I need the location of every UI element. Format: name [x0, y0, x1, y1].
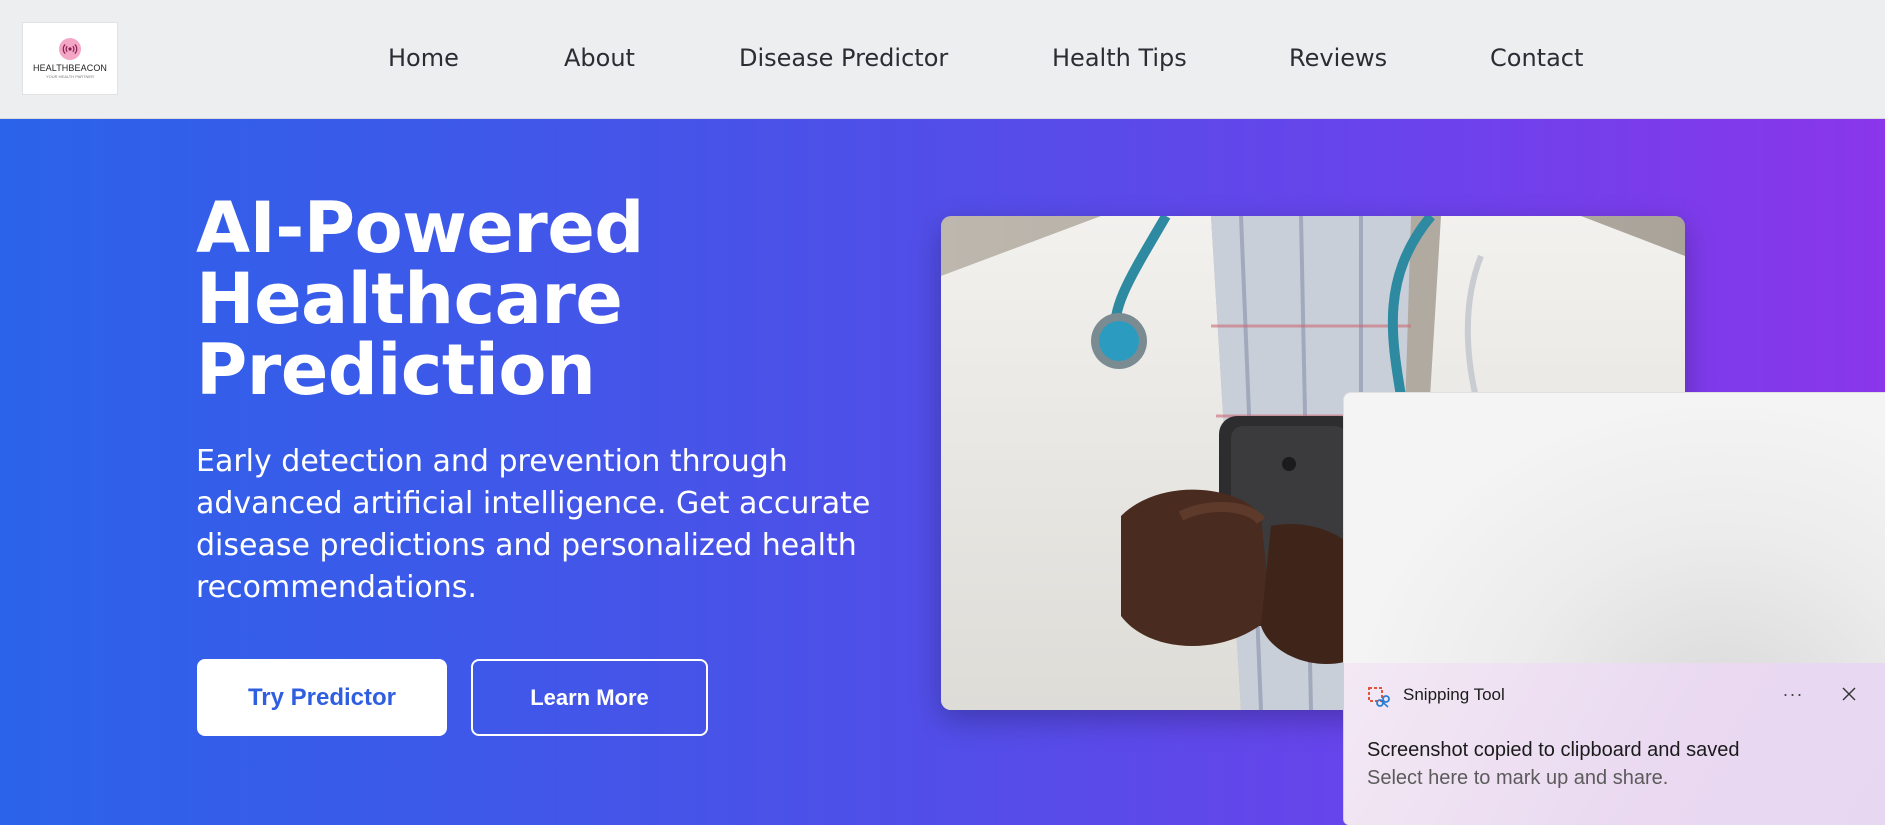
- more-options-icon[interactable]: ···: [1776, 677, 1810, 711]
- nav-link-contact[interactable]: Contact: [1490, 40, 1583, 76]
- brand-tagline: YOUR HEALTH PARTNER: [45, 74, 94, 79]
- notification-title: Screenshot copied to clipboard and saved: [1367, 739, 1740, 761]
- notification-body: Select here to mark up and share.: [1367, 767, 1669, 789]
- try-predictor-button[interactable]: Try Predictor: [197, 659, 447, 736]
- hero-title-line: AI-Powered: [196, 187, 644, 269]
- nav-link-health-tips[interactable]: Health Tips: [1052, 40, 1187, 76]
- navbar: HEALTHBEACON YOUR HEALTH PARTNER Home Ab…: [0, 0, 1885, 119]
- brand-logo[interactable]: HEALTHBEACON YOUR HEALTH PARTNER: [22, 22, 118, 95]
- snipping-tool-app-name: Snipping Tool: [1403, 685, 1505, 704]
- nav-link-about[interactable]: About: [564, 40, 635, 76]
- brand-name: HEALTHBEACON: [32, 63, 108, 73]
- snipping-tool-icon: [1368, 687, 1390, 709]
- close-icon[interactable]: [1834, 679, 1864, 709]
- snipping-tool-notification[interactable]: Snipping Tool ··· Screenshot copied to c…: [1343, 663, 1885, 825]
- hero-title-line: Prediction: [196, 329, 596, 411]
- hero-title-line: Healthcare: [196, 258, 623, 340]
- snipping-tool-preview[interactable]: [1343, 392, 1885, 664]
- hero-title: AI-Powered Healthcare Prediction: [196, 193, 896, 406]
- nav-link-disease-predictor[interactable]: Disease Predictor: [739, 40, 948, 76]
- hero-subtitle: Early detection and prevention through a…: [196, 444, 871, 605]
- broadcast-icon: [59, 38, 81, 60]
- learn-more-button[interactable]: Learn More: [471, 659, 708, 736]
- nav-link-home[interactable]: Home: [388, 40, 459, 76]
- nav-link-reviews[interactable]: Reviews: [1289, 40, 1387, 76]
